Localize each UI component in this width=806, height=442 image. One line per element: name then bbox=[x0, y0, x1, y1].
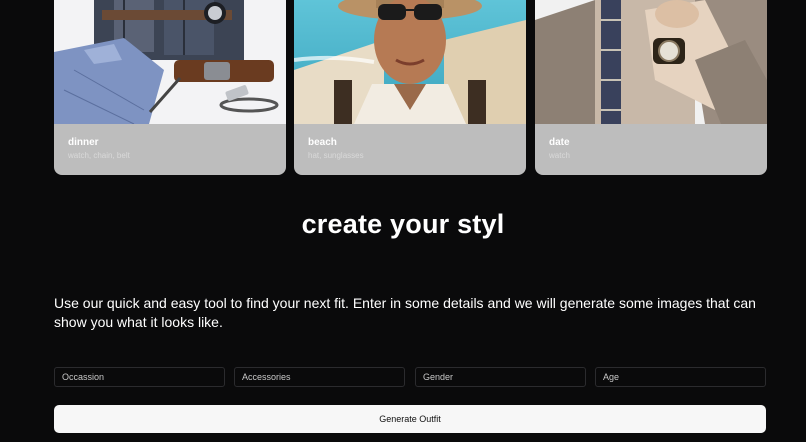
generate-outfit-button[interactable]: Generate Outfit bbox=[54, 405, 766, 433]
card-info-dinner: dinner watch, chain, belt bbox=[54, 124, 286, 175]
card-image-date bbox=[535, 0, 767, 124]
beach-portrait-illustration bbox=[294, 0, 526, 124]
outfit-card-beach[interactable]: beach hat, sunglasses bbox=[294, 0, 526, 175]
page: dinner watch, chain, belt beach hat, sun… bbox=[0, 0, 806, 442]
card-title: beach bbox=[308, 137, 337, 148]
outfit-card-dinner[interactable]: dinner watch, chain, belt bbox=[54, 0, 286, 175]
date-outfit-illustration bbox=[535, 0, 767, 124]
card-info-date: date watch bbox=[535, 124, 767, 175]
accessories-input[interactable] bbox=[234, 367, 405, 387]
card-image-beach bbox=[294, 0, 526, 124]
card-info-beach: beach hat, sunglasses bbox=[294, 124, 526, 175]
dinner-outfit-illustration bbox=[54, 0, 286, 124]
section-heading: create your styl bbox=[301, 209, 505, 239]
outfit-card-date[interactable]: date watch bbox=[535, 0, 767, 175]
occasion-input[interactable] bbox=[54, 367, 225, 387]
tool-description: Use our quick and easy tool to find your… bbox=[54, 295, 756, 330]
card-items: hat, sunglasses bbox=[308, 151, 364, 160]
card-image-dinner bbox=[54, 0, 286, 124]
card-title: dinner bbox=[68, 137, 99, 148]
card-title: date bbox=[549, 137, 570, 148]
card-items: watch, chain, belt bbox=[68, 151, 130, 160]
gender-input[interactable] bbox=[415, 367, 586, 387]
age-input[interactable] bbox=[595, 367, 766, 387]
card-items: watch bbox=[549, 151, 570, 160]
